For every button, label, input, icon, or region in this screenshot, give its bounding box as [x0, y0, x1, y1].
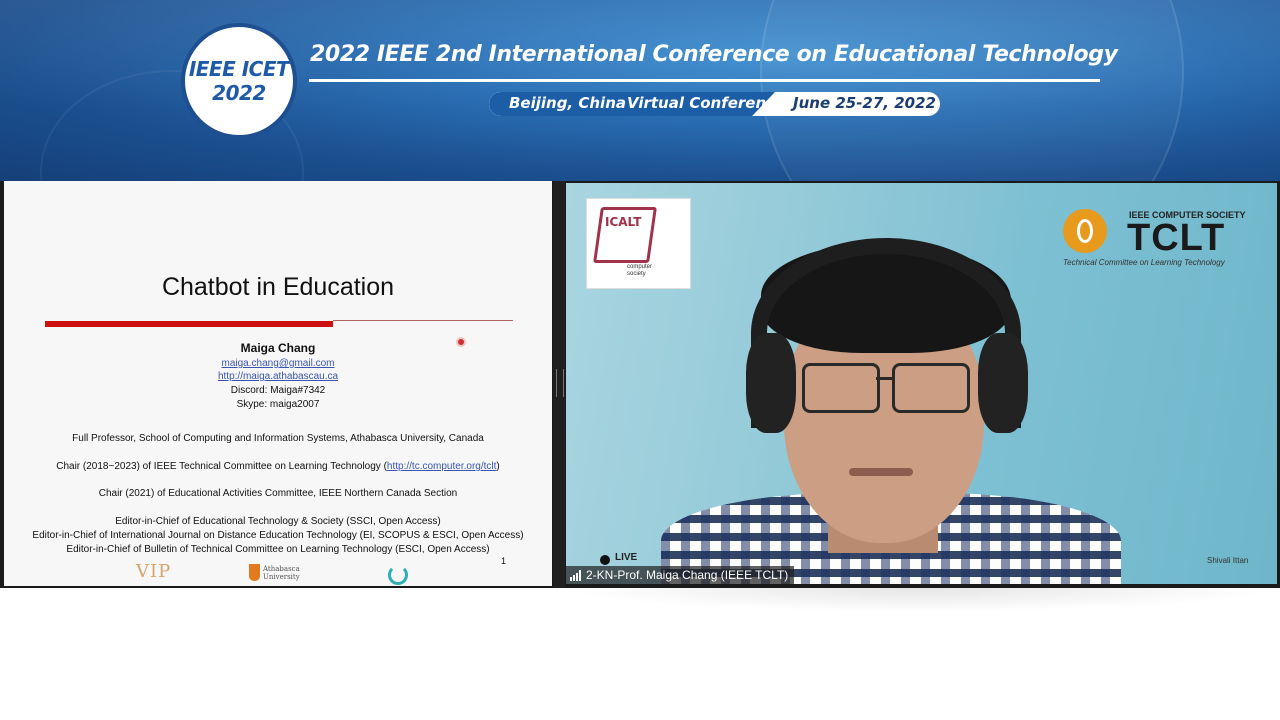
- conference-logo: IEEE ICET 2022: [181, 23, 297, 139]
- athabasca-logo-text: Athabasca University: [263, 565, 300, 581]
- participant-nameplate: 2-KN-Prof. Maiga Chang (IEEE TCLT): [566, 566, 795, 584]
- presenter-website-row: http://maiga.athabascau.ca: [4, 371, 552, 382]
- tclt-website-link[interactable]: http://tc.computer.org/tclt: [387, 461, 497, 472]
- line-chair-tclt: Chair (2018~2023) of IEEE Technical Comm…: [4, 461, 552, 472]
- athabasca-logo-line-2: University: [263, 572, 300, 581]
- athabasca-shield-icon: [249, 564, 260, 581]
- glasses-right-lens: [892, 363, 970, 413]
- presenter-email-link[interactable]: maiga.chang@gmail.com: [222, 358, 335, 369]
- slide-title-thin-line: [333, 320, 513, 321]
- splitter-grip-icon[interactable]: [556, 369, 564, 397]
- logo-line-1: IEEE ICET: [188, 57, 290, 81]
- icalt-sub-1: computer: [627, 264, 653, 270]
- conference-title: 2022 IEEE 2nd International Conference o…: [310, 42, 1118, 67]
- tclt-caption: Technical Committee on Learning Technolo…: [1063, 258, 1225, 267]
- panel-splitter[interactable]: [553, 181, 565, 588]
- athabasca-university-logo: Athabasca University: [249, 564, 300, 581]
- presenter-website-link[interactable]: http://maiga.athabascau.ca: [218, 371, 338, 382]
- icalt-logo-subtext: computer society: [627, 264, 652, 278]
- stage-shadow: [560, 588, 1280, 612]
- shared-slide-panel: Chatbot in Education Maiga Chang maiga.c…: [4, 181, 552, 586]
- tclt-small-logo-icon: [388, 565, 408, 585]
- slide-page-number: 1: [501, 556, 507, 566]
- tclt-logo-icon: [1063, 209, 1107, 253]
- presenter-email-row: maiga.chang@gmail.com: [4, 358, 552, 369]
- participant-name: 2-KN-Prof. Maiga Chang (IEEE TCLT): [586, 568, 789, 582]
- live-indicator-icon: [600, 555, 610, 565]
- glasses-bridge: [876, 377, 892, 380]
- background-name-watermark: Shivali Ittan: [1207, 556, 1249, 565]
- glasses-left-lens: [802, 363, 880, 413]
- conference-dates: June 25-27, 2022: [793, 94, 936, 112]
- line-eic-2: Editor-in-Chief of International Journal…: [32, 530, 524, 541]
- presenter-discord: Discord: Maiga#7342: [230, 385, 326, 396]
- line-professor: Full Professor, School of Computing and …: [72, 433, 484, 444]
- conference-mode: Virtual Conference: [627, 94, 786, 112]
- line-chair-tclt-suffix: ): [496, 461, 500, 472]
- speaker-mouth: [849, 468, 913, 476]
- line-eic-1: Editor-in-Chief of Educational Technolog…: [115, 516, 441, 527]
- logo-line-2: 2022: [212, 81, 266, 105]
- line-chair-eac: Chair (2021) of Educational Activities C…: [98, 488, 458, 499]
- headphones-right-cup: [978, 333, 1028, 433]
- conference-banner: IEEE ICET 2022 2022 IEEE 2nd Internation…: [0, 0, 1280, 181]
- speaker-video-tile[interactable]: ICALT computer society IEEE COMPUTER SOCI…: [566, 183, 1277, 584]
- title-underline: [309, 79, 1100, 82]
- headphones-left-cup: [746, 333, 796, 433]
- icalt-sub-2: society: [627, 271, 646, 277]
- slide-title: Chatbot in Education: [161, 273, 395, 301]
- line-eic-3: Editor-in-Chief of Bulletin of Technical…: [66, 544, 490, 555]
- presenter-name: Maiga Chang: [240, 341, 316, 355]
- signal-strength-icon: [570, 569, 581, 581]
- vip-logo: VIP: [136, 561, 172, 582]
- live-label: LIVE: [615, 552, 638, 563]
- icalt-logo-text: ICALT: [605, 215, 642, 229]
- conference-location: Beijing, China: [509, 94, 626, 112]
- conference-info-pill: Beijing, China Virtual Conference June 2…: [489, 92, 940, 116]
- athabasca-logo-line-1: Athabasca: [263, 564, 300, 573]
- slide-title-red-bar: [45, 321, 333, 327]
- tclt-wordmark: TCLT: [1127, 217, 1226, 259]
- line-chair-tclt-prefix: Chair (2018~2023) of IEEE Technical Comm…: [56, 461, 387, 472]
- presenter-skype: Skype: maiga2007: [236, 399, 320, 410]
- icalt-logo: ICALT computer society: [586, 198, 691, 289]
